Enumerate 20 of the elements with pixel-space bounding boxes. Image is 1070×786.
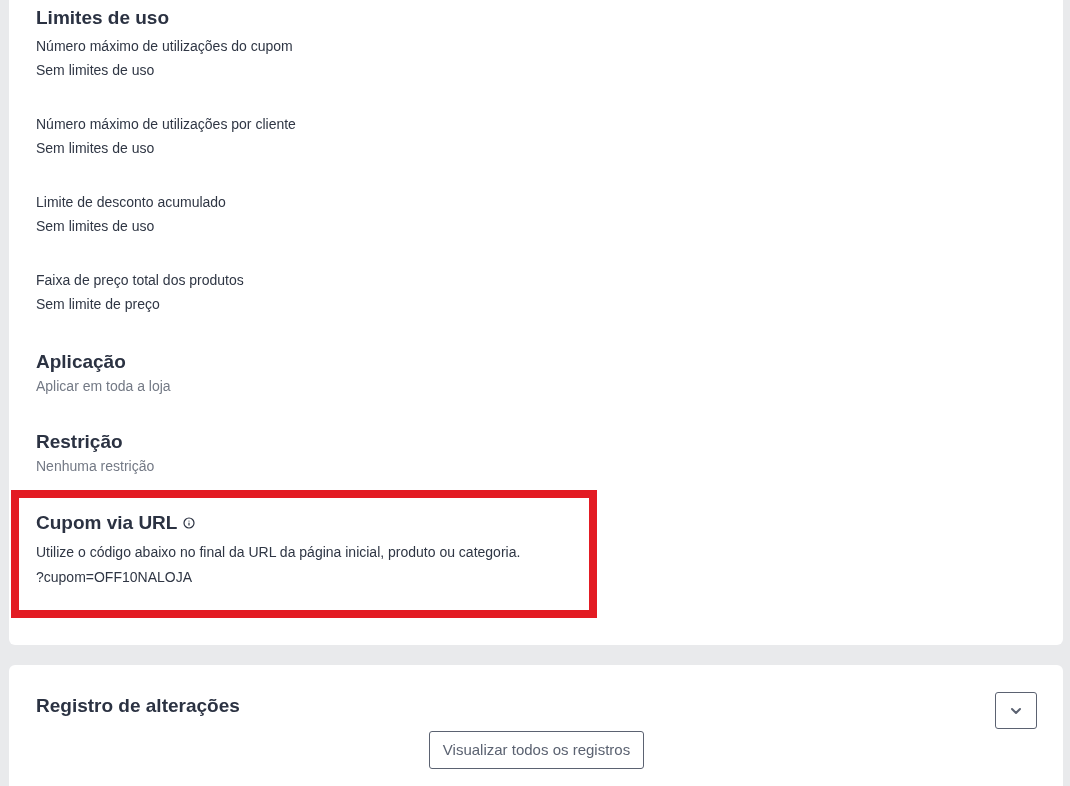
- limit-value: Sem limites de uso: [36, 217, 155, 236]
- section-value: Nenhuma restrição: [36, 457, 155, 476]
- expand-toggle-button[interactable]: [995, 692, 1037, 729]
- coupon-url-code: ?cupom=OFF10NALOJA: [36, 568, 192, 587]
- section-heading: Restrição: [36, 430, 123, 454]
- view-all-button[interactable]: Visualizar todos os registros: [428, 731, 645, 769]
- limit-label: Faixa de preço total dos produtos: [36, 271, 244, 290]
- section-heading: Cupom via URL: [36, 511, 178, 535]
- limit-value: Sem limites de uso: [36, 61, 155, 80]
- limit-label: Número máximo de utilizações do cupom: [36, 37, 293, 56]
- limit-value: Sem limites de uso: [36, 139, 155, 158]
- card-title: Registro de alterações: [36, 694, 240, 718]
- section-heading: Aplicação: [36, 350, 126, 374]
- url-instructions: Utilize o código abaixo no final da URL da página inicial, produto ou categoria.: [36, 543, 521, 562]
- limit-value: Sem limite de preço: [36, 295, 160, 314]
- limit-label: Número máximo de utilizações por cliente: [36, 115, 296, 134]
- section-heading: Limites de uso: [36, 6, 170, 30]
- info-icon[interactable]: [183, 517, 196, 529]
- section-value: Aplicar em toda a loja: [36, 377, 171, 396]
- limit-label: Limite de desconto acumulado: [36, 193, 226, 212]
